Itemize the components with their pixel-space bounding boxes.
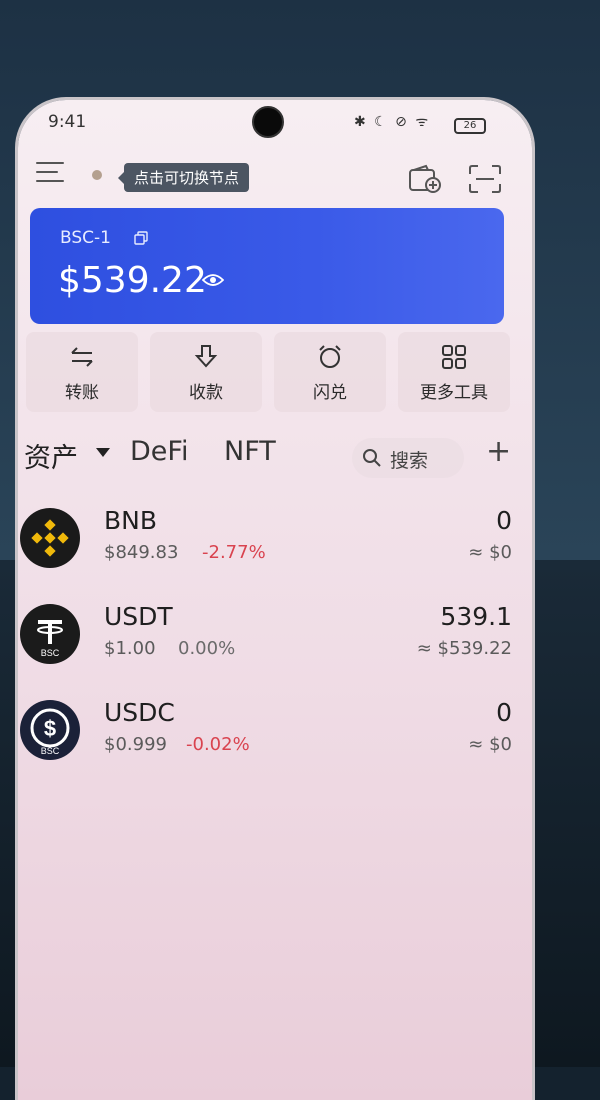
asset-change: 0.00%: [178, 638, 236, 659]
asset-value: ≈ $539.22: [416, 638, 512, 659]
transfer-button[interactable]: 转账: [26, 332, 138, 412]
scan-icon[interactable]: [468, 164, 502, 194]
chevron-down-icon[interactable]: [96, 448, 110, 457]
asset-price: $0.999: [104, 734, 167, 755]
swap-label: 闪兑: [313, 383, 347, 403]
asset-row-usdt[interactable]: BSC USDT $1.00 0.00% 539.1 ≈ $539.22: [18, 594, 532, 690]
asset-name: USDC: [104, 698, 175, 727]
camera-cutout: [252, 106, 284, 138]
usdc-chain-badge: BSC: [41, 746, 60, 756]
tab-nft[interactable]: NFT: [224, 436, 276, 467]
asset-change: -0.02%: [186, 734, 250, 755]
asset-tabs: 资产 DeFi NFT 搜索 +: [24, 434, 524, 482]
node-status-dot[interactable]: [92, 170, 102, 180]
asset-price: $849.83: [104, 542, 179, 563]
asset-value: ≈ $0: [468, 734, 512, 755]
asset-amount: 0: [496, 698, 512, 727]
svg-text:$: $: [44, 716, 56, 741]
bnb-icon: [20, 508, 80, 568]
usdt-icon: BSC: [20, 604, 80, 664]
more-tools-icon: [398, 344, 510, 370]
eye-icon[interactable]: [201, 272, 225, 288]
search-button[interactable]: 搜索: [352, 438, 464, 478]
phone-screen: 9:41 ✱ ☾ ⊘ ᯤ 26 点击可切换节点 BSC-1 $539.22 转账…: [18, 100, 532, 1100]
asset-amount: 0: [496, 506, 512, 535]
asset-change: -2.77%: [202, 542, 266, 563]
copy-icon[interactable]: [134, 230, 148, 245]
receive-button[interactable]: 收款: [150, 332, 262, 412]
usdc-icon: $ BSC: [20, 700, 80, 760]
status-icons: ✱ ☾ ⊘ ᯤ: [354, 114, 431, 130]
asset-name: USDT: [104, 602, 173, 631]
battery-icon: 26: [454, 118, 486, 134]
usdt-chain-badge: BSC: [41, 648, 60, 658]
menu-icon[interactable]: [36, 162, 64, 184]
asset-amount: 539.1: [440, 602, 512, 631]
more-tools-button[interactable]: 更多工具: [398, 332, 510, 412]
wallet-add-icon[interactable]: [408, 164, 442, 194]
total-balance: $539.22: [58, 260, 207, 301]
receive-label: 收款: [189, 383, 223, 403]
asset-value: ≈ $0: [468, 542, 512, 563]
transfer-icon: [26, 344, 138, 370]
search-label: 搜索: [390, 450, 429, 472]
more-tools-label: 更多工具: [420, 383, 488, 403]
tab-defi[interactable]: DeFi: [130, 436, 188, 467]
chain-label: BSC-1: [60, 228, 111, 248]
swap-button[interactable]: 闪兑: [274, 332, 386, 412]
status-time: 9:41: [48, 112, 87, 132]
wallet-balance-card[interactable]: BSC-1 $539.22: [30, 208, 504, 324]
add-token-button[interactable]: +: [486, 434, 511, 469]
receive-icon: [150, 344, 262, 370]
asset-row-bnb[interactable]: BNB $849.83 -2.77% 0 ≈ $0: [18, 498, 532, 594]
quick-actions: 转账 收款 闪兑 更多工具: [26, 332, 512, 414]
transfer-label: 转账: [65, 383, 99, 403]
asset-price: $1.00: [104, 638, 156, 659]
swap-icon: [274, 344, 386, 370]
asset-name: BNB: [104, 506, 158, 535]
tab-assets[interactable]: 资产: [24, 436, 78, 475]
node-switch-tooltip[interactable]: 点击可切换节点: [117, 163, 250, 192]
search-icon: [362, 448, 382, 468]
asset-row-usdc[interactable]: $ BSC USDC $0.999 -0.02% 0 ≈ $0: [18, 690, 532, 786]
